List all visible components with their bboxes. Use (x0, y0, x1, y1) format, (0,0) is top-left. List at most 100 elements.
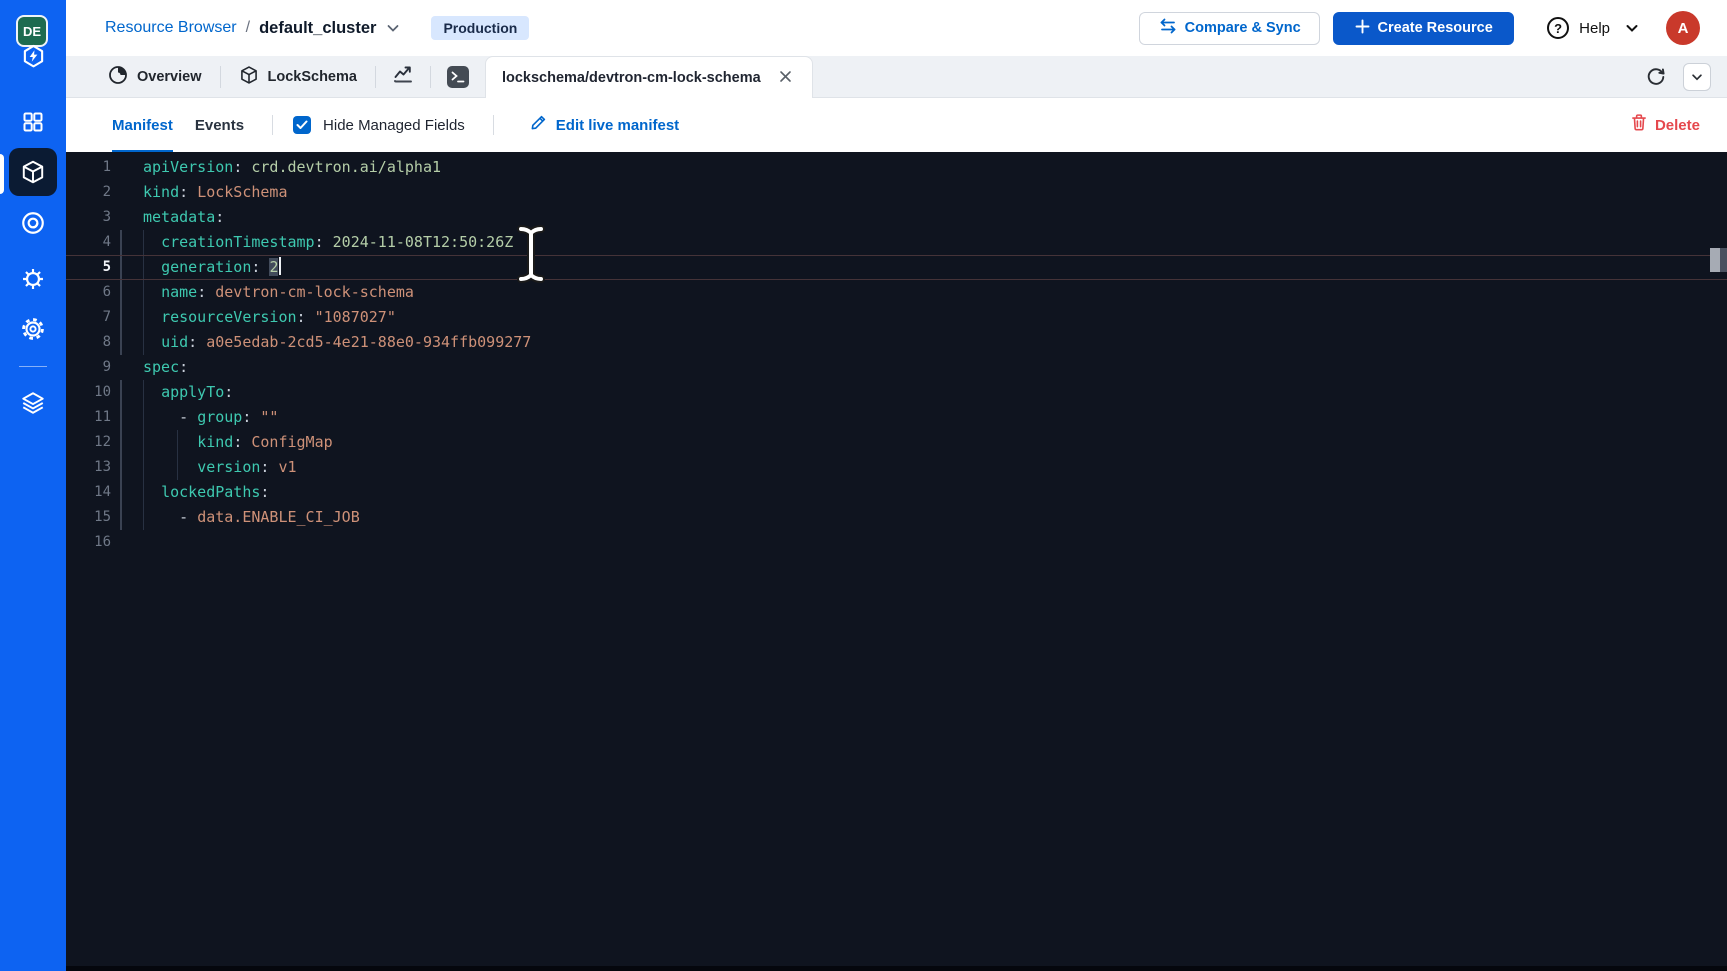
manifest-editor[interactable]: 1 apiVersion: crd.devtron.ai/alpha1 2 kind:… (66, 152, 1727, 971)
environment-badge: Production (431, 16, 529, 40)
chart-icon (392, 63, 414, 90)
breadcrumb-root-link[interactable]: Resource Browser (105, 19, 237, 37)
refresh-icon[interactable] (1646, 67, 1666, 87)
code-line[interactable]: 10 applyTo: (66, 380, 1727, 405)
sidebar-item-stack-manager[interactable] (9, 379, 57, 427)
line-content: apiVersion: crd.devtron.ai/alpha1 (143, 155, 441, 180)
line-number: 4 (66, 230, 111, 255)
devtron-logo-icon (22, 44, 45, 68)
code-line[interactable]: 1 apiVersion: crd.devtron.ai/alpha1 (66, 155, 1727, 180)
line-content: - group: "" (143, 405, 278, 430)
code-line[interactable]: 7 resourceVersion: "1087027" (66, 305, 1727, 330)
resource-tab-bar: Overview LockSchema (66, 56, 1727, 98)
line-number: 6 (66, 280, 111, 305)
close-tab-icon[interactable] (777, 68, 794, 88)
edit-live-manifest-button[interactable]: Edit live manifest (504, 114, 679, 136)
code-line[interactable]: 5 generation: 2 (66, 255, 1727, 280)
line-content: metadata: (143, 205, 224, 230)
toolbar-divider (493, 115, 494, 135)
tab-terminal[interactable] (431, 56, 485, 97)
line-content: name: devtron-cm-lock-schema (143, 280, 414, 305)
layers-icon (20, 390, 46, 416)
k8s-overview-icon (108, 65, 128, 89)
code-line[interactable]: 11 - group: "" (66, 405, 1727, 430)
line-content: spec: (143, 355, 188, 380)
tab-events[interactable]: Events (195, 98, 244, 152)
help-label: Help (1579, 20, 1610, 37)
line-content: creationTimestamp: 2024-11-08T12:50:26Z (143, 230, 513, 255)
breadcrumb-separator: / (246, 19, 250, 37)
line-content: resourceVersion: "1087027" (143, 305, 396, 330)
delete-button[interactable]: Delete (1631, 114, 1700, 136)
code-line[interactable]: 12 kind: ConfigMap (66, 430, 1727, 455)
line-number: 15 (66, 505, 111, 530)
breadcrumb-cluster-selector[interactable]: default_cluster (259, 19, 376, 38)
gear-icon (20, 316, 46, 342)
compare-sync-icon (1159, 18, 1177, 38)
sidebar-item-applications[interactable] (9, 98, 57, 146)
line-number: 8 (66, 330, 111, 355)
line-content: generation: 2 (143, 255, 281, 280)
code-line[interactable]: 13 version: v1 (66, 455, 1727, 480)
code-line[interactable]: 3 metadata: (66, 205, 1727, 230)
sidebar-item-resource-browser[interactable] (9, 148, 57, 196)
tab-lockschema[interactable]: LockSchema (221, 56, 375, 97)
hide-managed-fields-checkbox[interactable] (293, 116, 311, 134)
line-number: 10 (66, 380, 111, 405)
chevron-down-icon[interactable] (385, 20, 401, 36)
line-number: 2 (66, 180, 111, 205)
hide-managed-fields-label: Hide Managed Fields (323, 117, 465, 134)
code-line[interactable]: 15 - data.ENABLE_CI_JOB (66, 505, 1727, 530)
app-window: DE (0, 0, 1727, 971)
sidebar-item-global-config[interactable] (9, 305, 57, 353)
code-line[interactable]: 9 spec: (66, 355, 1727, 380)
sidebar-item-jobs[interactable] (9, 199, 57, 247)
manifest-toolbar: Manifest Events Hide Managed Fields Edit… (66, 98, 1727, 152)
scrollbar-track-marker (1720, 248, 1727, 272)
sidebar-item-chart-store[interactable] (9, 255, 57, 303)
line-number: 3 (66, 205, 111, 230)
line-number: 5 (66, 255, 111, 280)
line-content: applyTo: (143, 380, 233, 405)
code-line[interactable]: 4 creationTimestamp: 2024-11-08T12:50:26… (66, 230, 1727, 255)
code-line[interactable]: 14 lockedPaths: (66, 480, 1727, 505)
create-resource-button[interactable]: Create Resource (1333, 12, 1514, 45)
chevron-down-icon (1624, 20, 1640, 36)
tab-list-dropdown-button[interactable] (1683, 63, 1711, 91)
line-content: kind: LockSchema (143, 180, 288, 205)
tab-overview[interactable]: Overview (90, 56, 220, 97)
line-content: lockedPaths: (143, 480, 269, 505)
code-line[interactable]: 8 uid: a0e5edab-2cd5-4e21-88e0-934ffb099… (66, 330, 1727, 355)
line-number: 16 (66, 530, 111, 555)
line-number: 9 (66, 355, 111, 380)
help-menu[interactable]: ? Help (1547, 17, 1640, 39)
line-number: 1 (66, 155, 111, 180)
tab-manifest[interactable]: Manifest (112, 98, 173, 152)
help-icon: ? (1547, 17, 1569, 39)
sidebar-nav (0, 84, 66, 427)
toolbar-divider (272, 115, 273, 135)
tab-monitoring[interactable] (376, 56, 430, 97)
active-nav-indicator (0, 154, 4, 194)
line-number: 14 (66, 480, 111, 505)
line-content: uid: a0e5edab-2cd5-4e21-88e0-934ffb09927… (143, 330, 531, 355)
header-actions: Compare & Sync Create Resource ? Help A (1139, 11, 1700, 45)
line-content: kind: ConfigMap (143, 430, 333, 455)
code-line[interactable]: 6 name: devtron-cm-lock-schema (66, 280, 1727, 305)
page-header: Resource Browser / default_cluster Produ… (66, 0, 1727, 56)
sidebar: DE (0, 0, 66, 971)
code-line[interactable]: 16 (66, 530, 1727, 555)
open-resource-tab[interactable]: lockschema/devtron-cm-lock-schema (485, 56, 813, 98)
text-caret (279, 257, 281, 275)
scrollbar-thumb[interactable] (1710, 248, 1720, 272)
code-lines: 1 apiVersion: crd.devtron.ai/alpha1 2 kind:… (66, 155, 1727, 555)
compare-sync-button[interactable]: Compare & Sync (1139, 12, 1320, 45)
app-logo[interactable]: DE (0, 0, 66, 84)
terminal-icon (447, 66, 469, 88)
line-number: 13 (66, 455, 111, 480)
user-avatar[interactable]: A (1666, 11, 1700, 45)
window-bottom-edge (66, 966, 1727, 971)
main-area: Resource Browser / default_cluster Produ… (66, 0, 1727, 971)
cube-icon (239, 65, 259, 89)
code-line[interactable]: 2 kind: LockSchema (66, 180, 1727, 205)
